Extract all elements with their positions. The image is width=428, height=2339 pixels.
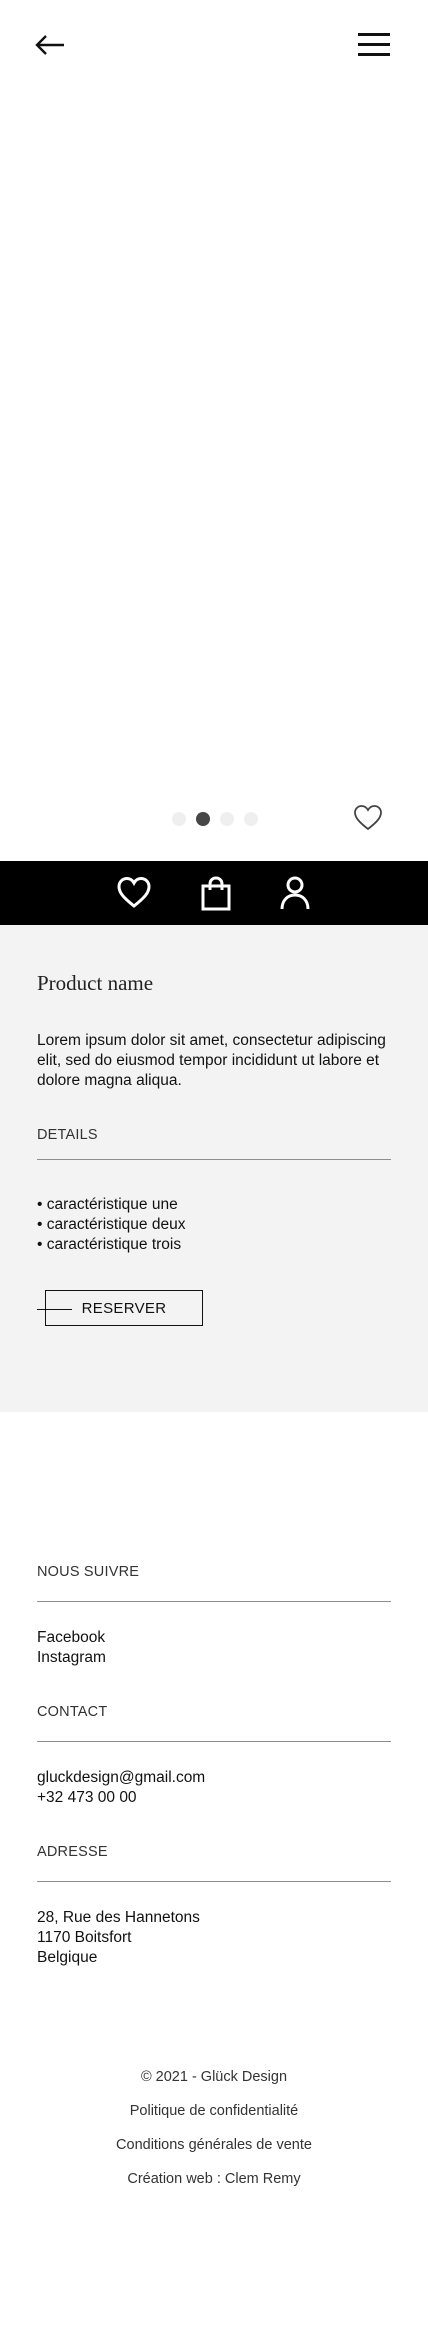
arrow-left-icon [35,35,64,55]
product-description: Lorem ipsum dolor sit amet, consectetur … [37,1032,386,1089]
address-line: Belgique [37,1949,98,1966]
carousel-dots [172,812,258,828]
nav-account[interactable] [277,875,313,911]
product-name: Product name [37,971,154,995]
address-line: 28, Rue des Hannetons [37,1909,200,1926]
header [0,0,428,90]
nav-favorites[interactable] [116,875,152,911]
product-image-carousel[interactable] [0,90,428,860]
heart-icon [117,876,151,908]
social-links: Facebook Instagram [37,1628,106,1668]
menu-button[interactable] [356,30,392,60]
credit-link[interactable]: Création web : Clem Remy [127,2171,300,2187]
feature-item: • caractéristique deux [37,1216,186,1233]
contact-label: CONTACT [37,1704,108,1720]
details-label: DETAILS [37,1127,98,1143]
address-block: 28, Rue des Hannetons 1170 Boitsfort Bel… [37,1908,200,1968]
phone-link[interactable]: +32 473 00 00 [37,1788,205,1808]
carousel-dot[interactable] [220,812,234,826]
product-section: Product name Lorem ipsum dolor sit amet,… [0,925,428,1412]
user-icon [280,876,310,910]
facebook-link[interactable]: Facebook [37,1628,106,1648]
hamburger-menu-icon [358,33,390,56]
back-button[interactable] [34,32,66,58]
carousel-dot[interactable] [244,812,258,826]
heart-outline-icon [354,805,382,831]
feature-item: • caractéristique une [37,1196,178,1213]
shopping-bag-icon [201,876,231,911]
carousel-dot-active[interactable] [196,812,210,826]
instagram-link[interactable]: Instagram [37,1648,106,1668]
privacy-link[interactable]: Politique de confidentialité [130,2103,298,2119]
reserve-button[interactable]: RESERVER [45,1290,203,1326]
copyright: © 2021 - Glück Design [140,2069,288,2085]
divider [37,1741,391,1742]
favorite-button[interactable] [353,804,383,832]
terms-link[interactable]: Conditions générales de vente [116,2137,312,2153]
feature-item: • caractéristique trois [37,1236,182,1253]
address-label: ADRESSE [37,1844,108,1860]
icon-nav-bar [0,861,428,925]
feature-list: • caractéristique une • caractéristique … [37,1195,185,1255]
carousel-dot[interactable] [172,812,186,826]
address-line: 1170 Boitsfort [37,1929,132,1946]
email-link[interactable]: gluckdesign@gmail.com [37,1768,205,1788]
follow-label: NOUS SUIVRE [37,1564,140,1580]
contact-info: gluckdesign@gmail.com +32 473 00 00 [37,1768,205,1808]
divider [37,1601,391,1602]
divider [37,1159,391,1160]
nav-cart[interactable] [198,875,234,911]
divider [37,1881,391,1882]
